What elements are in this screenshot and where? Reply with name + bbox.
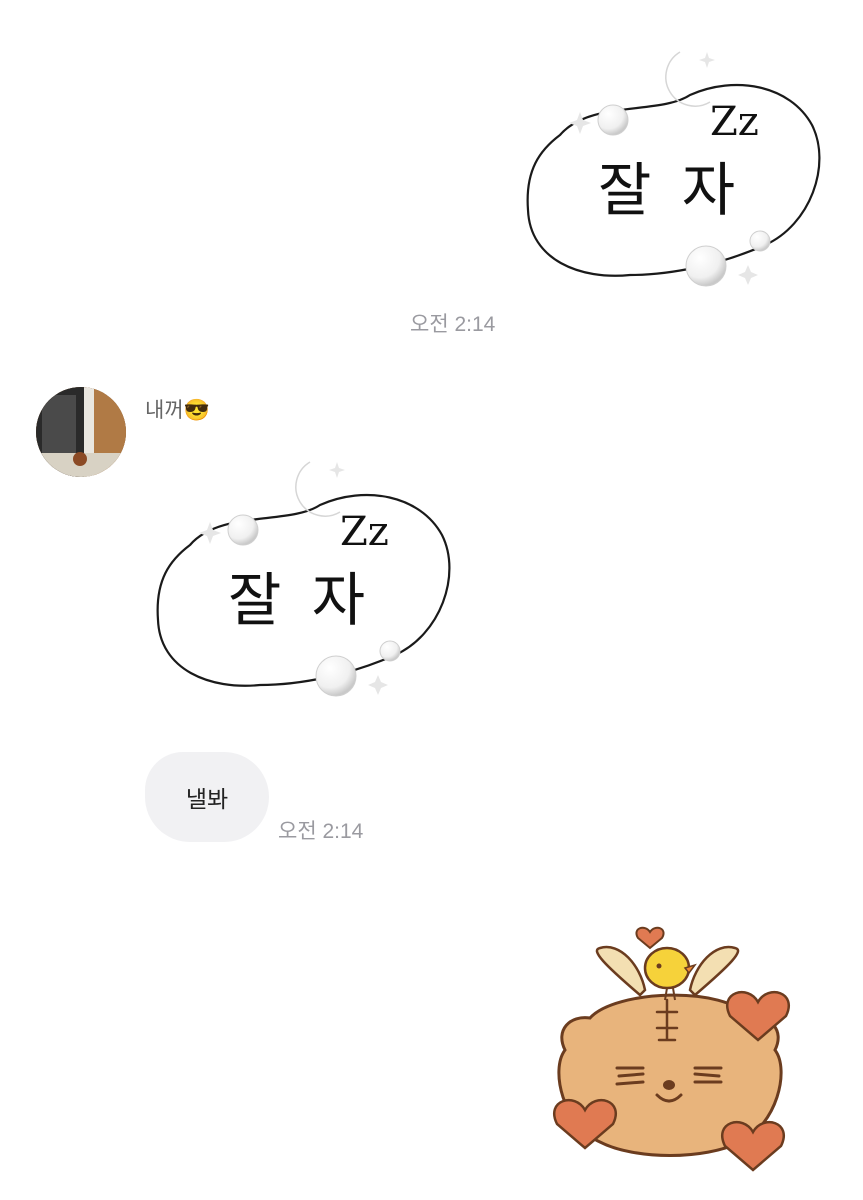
sticker-caption: 잘 자 xyxy=(228,566,371,634)
message-timestamp: 오전 2:14 xyxy=(278,820,364,843)
message-text: 낼봐 xyxy=(185,786,229,812)
avatar-photo xyxy=(36,387,126,477)
sleep-sticker-graphic: 잘 자 Zz xyxy=(526,51,821,287)
sleep-sticker-received[interactable]: 잘 자 Zz xyxy=(150,450,460,710)
bear-sticker[interactable] xyxy=(545,920,800,1180)
message-bubble[interactable]: 낼봐 xyxy=(145,752,269,842)
message-timestamp: 오전 2:14 xyxy=(410,313,496,336)
sticker-zz: Zz xyxy=(340,509,389,555)
sender-avatar[interactable] xyxy=(36,387,126,477)
sender-name: 내꺼😎 xyxy=(145,399,210,422)
bear-sticker-graphic xyxy=(553,926,790,1172)
sticker-zz: Zz xyxy=(710,99,759,145)
sticker-caption: 잘 자 xyxy=(598,156,741,224)
sleep-sticker-sent[interactable]: 잘 자 Zz xyxy=(520,40,830,300)
sleep-sticker-graphic: 잘 자 Zz xyxy=(156,461,451,697)
